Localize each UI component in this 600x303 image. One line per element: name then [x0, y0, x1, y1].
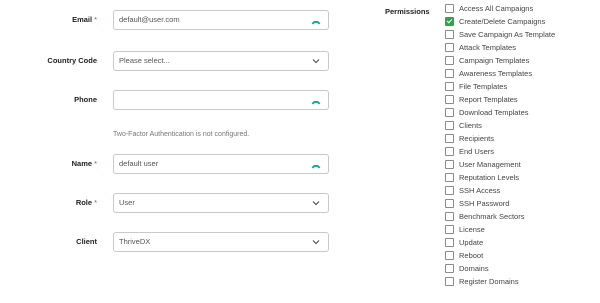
permission-benchmark-sectors[interactable]: Benchmark Sectors: [445, 210, 595, 223]
permission-label: Awareness Templates: [459, 69, 533, 78]
permission-label: File Templates: [459, 82, 508, 91]
country-code-value: Please select...: [119, 56, 170, 65]
checkbox[interactable]: [445, 69, 454, 78]
permission-attack-templates[interactable]: Attack Templates: [445, 41, 595, 54]
checkbox[interactable]: [445, 43, 454, 52]
permission-register-domains[interactable]: Register Domains: [445, 275, 595, 288]
checkbox[interactable]: [445, 4, 454, 13]
permission-label: Campaign Templates: [459, 56, 530, 65]
phone-field[interactable]: [113, 90, 329, 110]
permission-label: Attack Templates: [459, 43, 516, 52]
chevron-down-icon: [312, 59, 320, 64]
checkbox[interactable]: [445, 173, 454, 182]
role-select[interactable]: User: [113, 193, 329, 213]
checkbox[interactable]: [445, 121, 454, 130]
permission-license[interactable]: License: [445, 223, 595, 236]
role-label: Role *: [75, 198, 97, 207]
permission-file-templates[interactable]: File Templates: [445, 80, 595, 93]
client-label: Client: [76, 237, 97, 246]
permission-update[interactable]: Update: [445, 236, 595, 249]
permission-user-management[interactable]: User Management: [445, 158, 595, 171]
permission-label: Download Templates: [459, 108, 529, 117]
permission-report-templates[interactable]: Report Templates: [445, 93, 595, 106]
checkbox[interactable]: [445, 82, 454, 91]
permission-ssh-access[interactable]: SSH Access: [445, 184, 595, 197]
permission-download-templates[interactable]: Download Templates: [445, 106, 595, 119]
permission-label: User Management: [459, 160, 521, 169]
email-label: Email *: [72, 15, 97, 24]
permission-label: Access All Campaigns: [459, 4, 534, 13]
permission-end-users[interactable]: End Users: [445, 145, 595, 158]
checkbox[interactable]: [445, 264, 454, 273]
checkbox[interactable]: [445, 225, 454, 234]
chevron-down-icon: [312, 201, 320, 206]
permission-label: Create/Delete Campaigns: [459, 17, 546, 26]
permission-label: Register Domains: [459, 277, 519, 286]
checkbox[interactable]: [445, 108, 454, 117]
permission-label: Benchmark Sectors: [459, 212, 525, 221]
permission-domains[interactable]: Domains: [445, 262, 595, 275]
permission-label: Report Templates: [459, 95, 518, 104]
checkbox[interactable]: [445, 186, 454, 195]
permissions-label: Permissions: [385, 7, 430, 16]
email-field[interactable]: default@user.com: [113, 10, 329, 30]
password-manager-icon[interactable]: [311, 95, 321, 105]
permission-awareness-templates[interactable]: Awareness Templates: [445, 67, 595, 80]
permission-reputation-levels[interactable]: Reputation Levels: [445, 171, 595, 184]
checkbox[interactable]: [445, 199, 454, 208]
two-factor-status: Two-Factor Authentication is not configu…: [113, 131, 250, 138]
country-code-label: Country Code: [47, 56, 97, 65]
permission-label: Clients: [459, 121, 482, 130]
permission-label: Save Campaign As Template: [459, 30, 556, 39]
client-select[interactable]: ThriveDX: [113, 232, 329, 252]
email-value: default@user.com: [119, 15, 180, 24]
role-value: User: [119, 198, 135, 207]
checkbox[interactable]: [445, 160, 454, 169]
name-label: Name *: [71, 159, 97, 168]
name-value: default user: [119, 159, 159, 168]
checkbox[interactable]: [445, 238, 454, 247]
checkbox[interactable]: [445, 30, 454, 39]
permission-label: Reputation Levels: [459, 173, 520, 182]
checkbox[interactable]: [445, 56, 454, 65]
permission-access-all-campaigns[interactable]: Access All Campaigns: [445, 2, 595, 15]
client-value: ThriveDX: [119, 237, 151, 246]
checkbox[interactable]: [445, 277, 454, 286]
permission-campaign-templates[interactable]: Campaign Templates: [445, 54, 595, 67]
chevron-down-icon: [312, 240, 320, 245]
permission-reboot[interactable]: Reboot: [445, 249, 595, 262]
password-manager-icon[interactable]: [311, 15, 321, 25]
password-manager-icon[interactable]: [311, 159, 321, 169]
permission-label: Reboot: [459, 251, 484, 260]
permission-label: End Users: [459, 147, 495, 156]
checkbox[interactable]: [445, 17, 454, 26]
permission-ssh-password[interactable]: SSH Password: [445, 197, 595, 210]
checkbox[interactable]: [445, 147, 454, 156]
checkbox[interactable]: [445, 95, 454, 104]
permission-label: Update: [459, 238, 484, 247]
permission-clients[interactable]: Clients: [445, 119, 595, 132]
permission-label: Recipients: [459, 134, 495, 143]
permission-label: License: [459, 225, 485, 234]
permission-label: SSH Access: [459, 186, 501, 195]
permission-label: Domains: [459, 264, 489, 273]
permission-label: SSH Password: [459, 199, 510, 208]
checkbox[interactable]: [445, 212, 454, 221]
permission-save-campaign-as-template[interactable]: Save Campaign As Template: [445, 28, 595, 41]
phone-label: Phone: [74, 95, 97, 104]
permission-create-delete-campaigns[interactable]: Create/Delete Campaigns: [445, 15, 595, 28]
name-field[interactable]: default user: [113, 154, 329, 174]
permissions-list: Access All Campaigns Create/Delete Campa…: [445, 2, 595, 288]
checkbox[interactable]: [445, 134, 454, 143]
permission-recipients[interactable]: Recipients: [445, 132, 595, 145]
country-code-select[interactable]: Please select...: [113, 51, 329, 71]
checkbox[interactable]: [445, 251, 454, 260]
